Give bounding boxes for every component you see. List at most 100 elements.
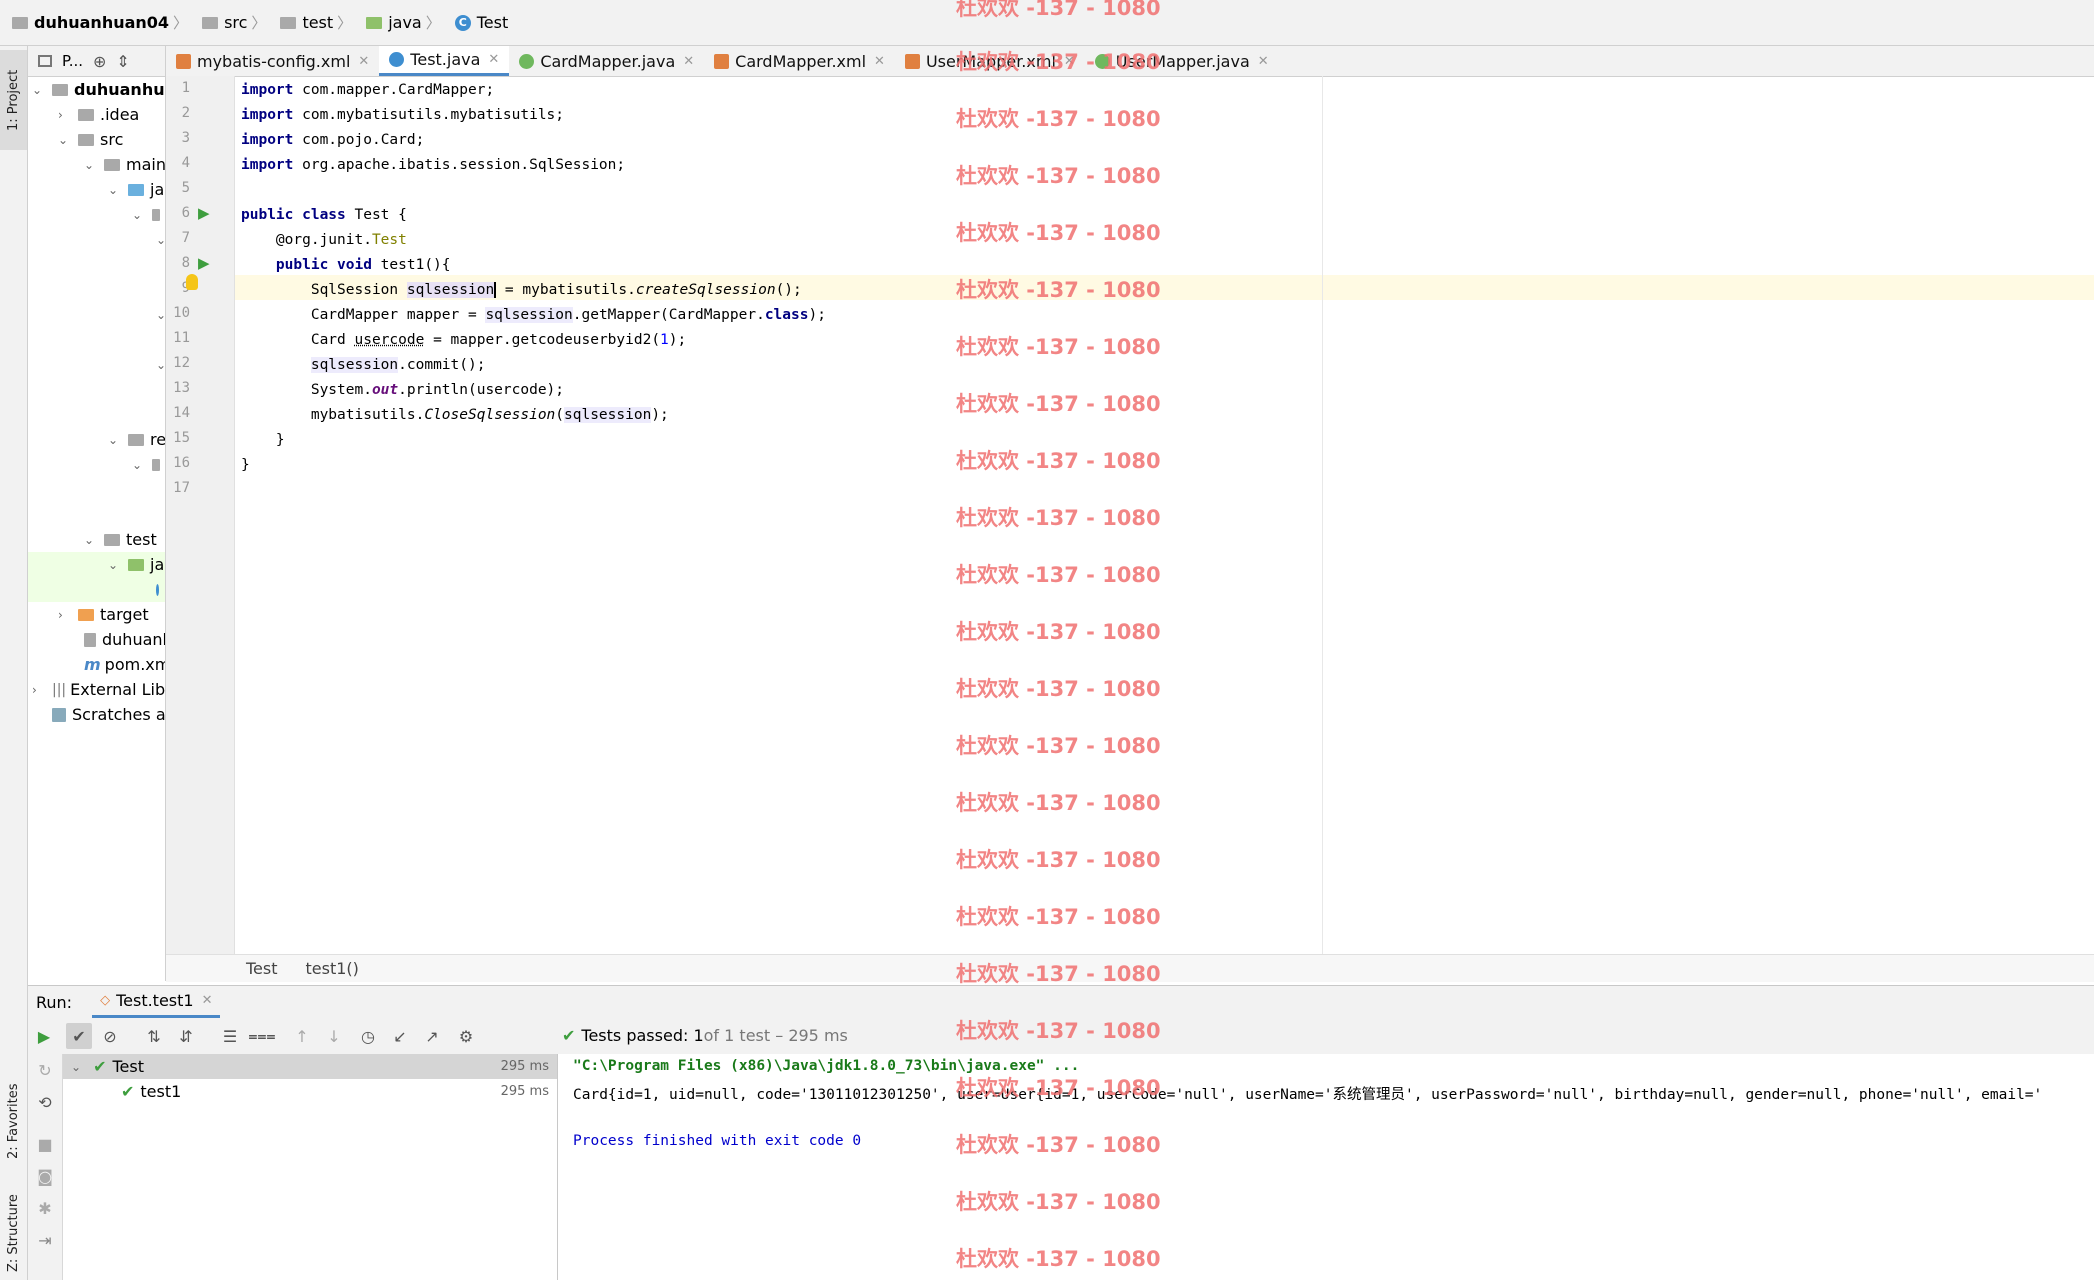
variable: usercode (354, 332, 425, 348)
console-output[interactable]: "C:\Program Files (x86)\Java\jdk1.8.0_73… (558, 1054, 2094, 1280)
test-row-class[interactable]: ⌄ ✔ Test 295 ms (63, 1054, 557, 1079)
tree-item-iml[interactable]: duhuanh (84, 627, 165, 652)
breadcrumb-test-class[interactable]: C Test (454, 13, 508, 32)
code-text: = mybatisutils. (496, 282, 636, 298)
editor-breadcrumb-method[interactable]: test1() (306, 959, 359, 978)
tree-item-external-libraries[interactable]: › ||| External Libr (32, 677, 166, 702)
locate-icon[interactable]: ⊕ (93, 52, 106, 71)
line-number: 12 (173, 355, 190, 371)
close-icon[interactable]: ✕ (358, 54, 369, 69)
variable-highlight: sqlsession (564, 407, 652, 423)
code-text: ); (651, 407, 669, 423)
bug-icon[interactable]: ✱ (35, 1198, 55, 1218)
line-number: 1 (181, 80, 190, 96)
stop-icon[interactable]: ■ (35, 1134, 55, 1154)
project-view-selector[interactable]: P... (62, 52, 83, 70)
close-icon[interactable]: ✕ (874, 54, 885, 69)
library-icon: ||| (52, 681, 67, 698)
code-text: .println(usercode); (398, 382, 565, 398)
tree-item-scratches[interactable]: Scratches ar (52, 702, 165, 727)
run-test-icon[interactable]: ▶ (198, 204, 210, 222)
code-text: com.pojo.Card; (293, 132, 425, 148)
tree-item-test-java[interactable]: ⌄ ja (28, 552, 165, 577)
tree-item-package[interactable]: ⌄ (132, 202, 165, 227)
breadcrumb-test[interactable]: test 〉 (280, 12, 358, 33)
tree-item-resource-child[interactable]: ⌄ (132, 452, 165, 477)
code-text: System. (241, 382, 372, 398)
watermark-text: 杜欢欢 -137 - 1080 (956, 905, 1161, 929)
test-history-icon[interactable]: ◷ (358, 1026, 378, 1046)
chevron-right-icon: › (58, 607, 63, 622)
editor-breadcrumb-class[interactable]: Test (246, 959, 278, 978)
tree-item-test[interactable]: ⌄ test (84, 527, 157, 552)
close-icon[interactable]: ✕ (683, 54, 694, 69)
console-output-line: Card{id=1, uid=null, code='1301101230125… (573, 1087, 2043, 1103)
run-test-icon[interactable]: ▶ (198, 254, 210, 272)
import-tests-icon[interactable]: ↙ (390, 1026, 410, 1046)
camera-icon[interactable]: ◙ (35, 1166, 55, 1186)
tab-cardmapper-java[interactable]: CardMapper.java ✕ (509, 46, 704, 76)
code-text: ( (555, 407, 565, 423)
breadcrumb-src[interactable]: src 〉 (202, 12, 272, 33)
tree-item-target[interactable]: › target (58, 602, 149, 627)
tree-item-src[interactable]: ⌄ src (58, 127, 123, 152)
close-icon[interactable]: ✕ (1258, 54, 1269, 69)
tree-item-main-java[interactable]: ⌄ ja (108, 177, 164, 202)
tree-item-project-root[interactable]: ⌄ duhuanhua (32, 77, 165, 102)
line-number: 5 (181, 180, 190, 196)
java-class-icon (156, 583, 159, 596)
show-passed-icon[interactable]: ✔ (66, 1023, 92, 1049)
line-number: 6 (181, 205, 190, 221)
tree-item-pom[interactable]: mpom.xml (84, 652, 165, 677)
code-line: SqlSession sqlsession = mybatisutils.cre… (241, 278, 802, 303)
close-icon[interactable]: ✕ (488, 52, 499, 67)
tree-item-test-class[interactable] (28, 577, 165, 602)
tree-item-label: External Libr (70, 680, 166, 699)
tab-test-java[interactable]: Test.java ✕ (379, 46, 510, 76)
code-editor[interactable]: import com.mapper.CardMapper; import com… (235, 76, 2094, 954)
code-text: SqlSession (241, 282, 407, 298)
rerun-failed-icon[interactable]: ↻ (35, 1060, 55, 1080)
run-side-toolbar: ↻ ⟲ ■ ◙ ✱ ⇥ (28, 1054, 63, 1280)
project-tool-tab-label: 1: Project (6, 69, 21, 131)
watermark-text: 杜欢欢 -137 - 1080 (956, 506, 1161, 530)
breadcrumb-project[interactable]: duhuanhuan04 〉 (12, 12, 194, 33)
tab-cardmapper-xml[interactable]: CardMapper.xml ✕ (704, 46, 895, 76)
watermark-text: 杜欢欢 -137 - 1080 (956, 791, 1161, 815)
tree-item-idea[interactable]: › .idea (58, 102, 139, 127)
breadcrumb-java[interactable]: java 〉 (366, 12, 447, 33)
chevron-down-icon: ⌄ (132, 457, 143, 472)
keyword: import (241, 132, 294, 148)
line-number: 15 (173, 430, 190, 446)
tree-item-package[interactable]: ⌄ (156, 227, 165, 252)
tab-label: mybatis-config.xml (197, 51, 351, 71)
collapse-all-icon[interactable]: ⇕ (116, 52, 129, 71)
structure-tool-tab[interactable]: Z: Structure (0, 1186, 27, 1280)
sort-by-duration-icon[interactable]: ⇵ (176, 1026, 196, 1046)
gear-icon[interactable]: ⚙ (456, 1026, 476, 1046)
next-failed-icon[interactable]: ↓ (324, 1026, 344, 1046)
chevron-down-icon: ⌄ (108, 557, 119, 572)
expand-all-icon[interactable]: ☰ (220, 1026, 240, 1046)
code-text: com.mapper.CardMapper; (293, 82, 495, 98)
previous-failed-icon[interactable]: ↑ (292, 1026, 312, 1046)
show-ignored-icon[interactable]: ⊘ (100, 1026, 120, 1046)
rerun-icon[interactable]: ▶ (34, 1026, 54, 1046)
tab-run-test[interactable]: ◇ Test.test1 ✕ (92, 986, 221, 1018)
export-tests-icon[interactable]: ↗ (422, 1026, 442, 1046)
project-tool-tab[interactable]: 1: Project (0, 50, 27, 150)
tree-item-resources[interactable]: ⌄ re (108, 427, 165, 452)
close-icon[interactable]: ✕ (202, 993, 213, 1008)
lightbulb-icon[interactable] (186, 274, 198, 290)
tree-item-main[interactable]: ⌄ main (84, 152, 165, 177)
code-text: Card (241, 332, 355, 348)
tree-item-package[interactable]: ⌄ (156, 302, 165, 327)
exit-icon[interactable]: ⇥ (35, 1230, 55, 1250)
favorites-tool-tab[interactable]: 2: Favorites (0, 1056, 27, 1186)
toggle-auto-test-icon[interactable]: ⟲ (35, 1092, 55, 1112)
tree-item-package[interactable]: ⌄ (156, 352, 165, 377)
sort-alphabetically-icon[interactable]: ⇅ (144, 1026, 164, 1046)
test-row-method[interactable]: ✔ test1 295 ms (63, 1079, 557, 1104)
collapse-all-icon[interactable]: ⩶ (248, 1026, 275, 1046)
tab-mybatis-config-xml[interactable]: mybatis-config.xml ✕ (166, 46, 379, 76)
